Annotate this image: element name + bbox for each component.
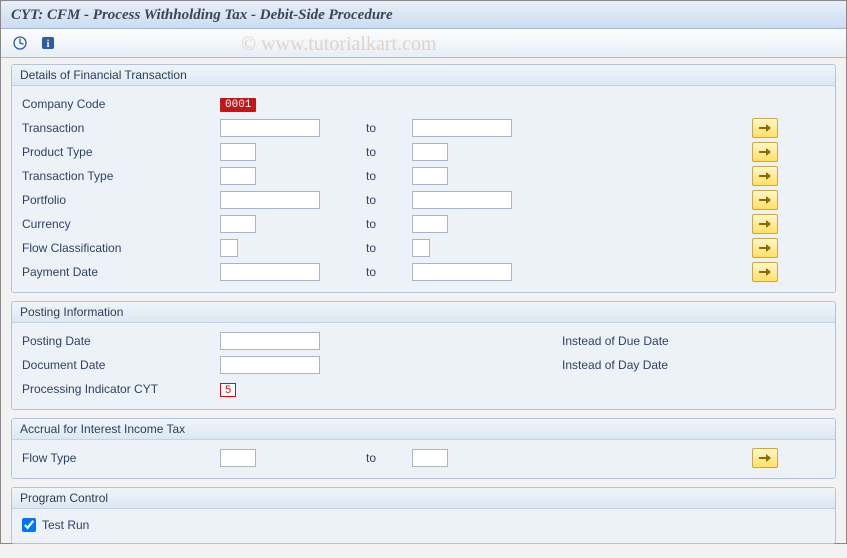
group-accrual-title: Accrual for Interest Income Tax bbox=[12, 419, 835, 440]
test-run-row[interactable]: Test Run bbox=[20, 515, 827, 535]
detail-to-input[interactable] bbox=[412, 191, 512, 209]
row-processing-indicator: Processing Indicator CYT 5 bbox=[20, 377, 827, 401]
row-payment-date: Payment Date to bbox=[20, 260, 827, 284]
row-product-type: Product Type to bbox=[20, 140, 827, 164]
title-bar: CYT: CFM - Process Withholding Tax - Deb… bbox=[1, 1, 846, 29]
detail-to-label: to bbox=[360, 265, 412, 279]
detail-multiselect-button[interactable] bbox=[752, 142, 778, 162]
processing-indicator-label: Processing Indicator CYT bbox=[20, 382, 220, 396]
row-transaction: Transaction to bbox=[20, 116, 827, 140]
detail-to-label: to bbox=[360, 217, 412, 231]
detail-label: Product Type bbox=[20, 145, 220, 159]
detail-multiselect-button[interactable] bbox=[752, 166, 778, 186]
detail-from-input[interactable] bbox=[220, 263, 320, 281]
flow-type-to-input[interactable] bbox=[412, 449, 448, 467]
detail-to-input[interactable] bbox=[412, 119, 512, 137]
toolbar: i bbox=[1, 29, 846, 58]
detail-to-label: to bbox=[360, 193, 412, 207]
group-posting: Posting Information Posting Date Instead… bbox=[11, 301, 836, 410]
detail-multiselect-button[interactable] bbox=[752, 238, 778, 258]
company-code-value: 0001 bbox=[220, 98, 256, 112]
test-run-label: Test Run bbox=[42, 518, 89, 532]
document-date-input[interactable] bbox=[220, 356, 320, 374]
detail-label: Portfolio bbox=[20, 193, 220, 207]
group-details-title: Details of Financial Transaction bbox=[12, 65, 835, 86]
detail-label: Currency bbox=[20, 217, 220, 231]
detail-to-input[interactable] bbox=[412, 239, 430, 257]
row-transaction-type: Transaction Type to bbox=[20, 164, 827, 188]
detail-to-label: to bbox=[360, 169, 412, 183]
arrow-right-icon bbox=[759, 123, 771, 133]
test-run-checkbox[interactable] bbox=[22, 518, 36, 532]
content: Details of Financial Transaction Company… bbox=[1, 58, 846, 558]
group-control-title: Program Control bbox=[12, 488, 835, 509]
arrow-right-icon bbox=[759, 219, 771, 229]
flow-type-to-label: to bbox=[360, 451, 412, 465]
detail-multiselect-button[interactable] bbox=[752, 262, 778, 282]
arrow-right-icon bbox=[759, 243, 771, 253]
page-title: CYT: CFM - Process Withholding Tax - Deb… bbox=[11, 7, 836, 24]
flow-type-from-input[interactable] bbox=[220, 449, 256, 467]
info-icon: i bbox=[41, 36, 55, 50]
processing-indicator-value: 5 bbox=[220, 383, 236, 397]
detail-to-input[interactable] bbox=[412, 167, 448, 185]
group-accrual-body: Flow Type to bbox=[12, 440, 835, 478]
arrow-right-icon bbox=[759, 453, 771, 463]
group-posting-body: Posting Date Instead of Due Date Documen… bbox=[12, 323, 835, 409]
flow-type-multiselect-button[interactable] bbox=[752, 448, 778, 468]
arrow-right-icon bbox=[759, 147, 771, 157]
detail-from-input[interactable] bbox=[220, 167, 256, 185]
detail-multiselect-button[interactable] bbox=[752, 214, 778, 234]
detail-from-input[interactable] bbox=[220, 191, 320, 209]
posting-date-note: Instead of Due Date bbox=[552, 334, 752, 348]
row-flow-type: Flow Type to bbox=[20, 446, 827, 470]
detail-to-label: to bbox=[360, 145, 412, 159]
row-currency: Currency to bbox=[20, 212, 827, 236]
row-document-date: Document Date Instead of Day Date bbox=[20, 353, 827, 377]
row-company-code: Company Code 0001 bbox=[20, 92, 827, 116]
group-posting-title: Posting Information bbox=[12, 302, 835, 323]
detail-multiselect-button[interactable] bbox=[752, 190, 778, 210]
arrow-right-icon bbox=[759, 267, 771, 277]
row-posting-date: Posting Date Instead of Due Date bbox=[20, 329, 827, 353]
detail-to-label: to bbox=[360, 121, 412, 135]
detail-to-input[interactable] bbox=[412, 143, 448, 161]
row-portfolio: Portfolio to bbox=[20, 188, 827, 212]
detail-to-label: to bbox=[360, 241, 412, 255]
detail-to-input[interactable] bbox=[412, 215, 448, 233]
flow-type-label: Flow Type bbox=[20, 451, 220, 465]
arrow-right-icon bbox=[759, 195, 771, 205]
svg-text:i: i bbox=[47, 39, 50, 50]
detail-label: Payment Date bbox=[20, 265, 220, 279]
detail-from-input[interactable] bbox=[220, 239, 238, 257]
detail-label: Flow Classification bbox=[20, 241, 220, 255]
group-details: Details of Financial Transaction Company… bbox=[11, 64, 836, 293]
group-control-body: Test Run bbox=[12, 509, 835, 543]
group-accrual: Accrual for Interest Income Tax Flow Typ… bbox=[11, 418, 836, 479]
detail-to-input[interactable] bbox=[412, 263, 512, 281]
company-code-label: Company Code bbox=[20, 97, 220, 111]
arrow-right-icon bbox=[759, 171, 771, 181]
detail-from-input[interactable] bbox=[220, 119, 320, 137]
info-button[interactable]: i bbox=[37, 33, 59, 53]
detail-label: Transaction Type bbox=[20, 169, 220, 183]
posting-date-label: Posting Date bbox=[20, 334, 220, 348]
document-date-note: Instead of Day Date bbox=[552, 358, 752, 372]
clock-icon bbox=[13, 36, 27, 50]
document-date-label: Document Date bbox=[20, 358, 220, 372]
group-control: Program Control Test Run bbox=[11, 487, 836, 544]
detail-from-input[interactable] bbox=[220, 143, 256, 161]
detail-from-input[interactable] bbox=[220, 215, 256, 233]
detail-multiselect-button[interactable] bbox=[752, 118, 778, 138]
row-flow-classification: Flow Classification to bbox=[20, 236, 827, 260]
execute-button[interactable] bbox=[9, 33, 31, 53]
posting-date-input[interactable] bbox=[220, 332, 320, 350]
detail-label: Transaction bbox=[20, 121, 220, 135]
group-details-body: Company Code 0001 TransactiontoProduct T… bbox=[12, 86, 835, 292]
